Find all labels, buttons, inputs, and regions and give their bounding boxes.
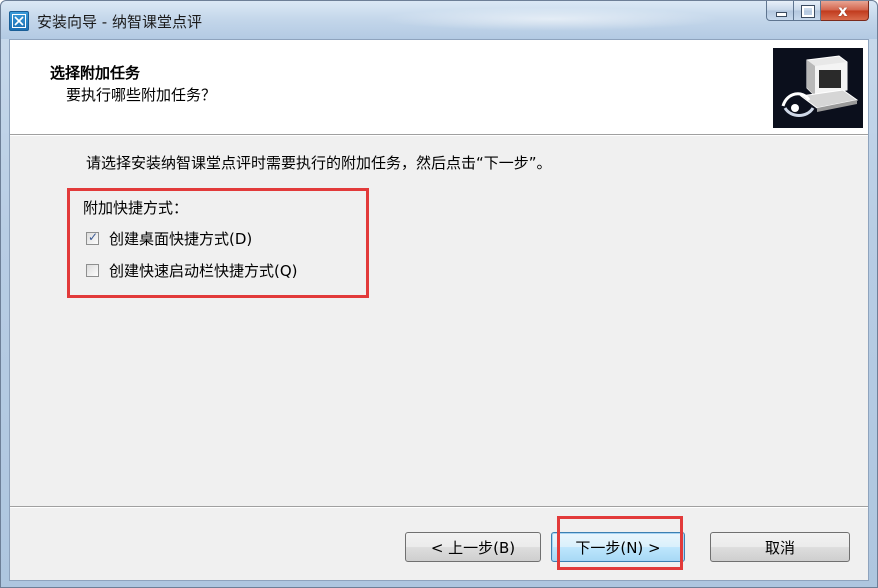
title-bar[interactable]: 安装向导 - 纳智课堂点评 x bbox=[1, 1, 877, 39]
caption-buttons: x bbox=[766, 1, 869, 23]
header-divider bbox=[10, 134, 868, 136]
minimize-icon bbox=[776, 12, 787, 17]
minimize-button[interactable] bbox=[766, 1, 794, 21]
window-title: 安装向导 - 纳智课堂点评 bbox=[37, 13, 202, 31]
close-icon: x bbox=[838, 2, 848, 20]
back-button[interactable]: < 上一步(B) bbox=[405, 532, 541, 562]
options-highlight-box bbox=[67, 188, 369, 298]
installer-window: 安装向导 - 纳智课堂点评 x 选择附加任务 要执行哪些附加任务？ 请选择安装纳… bbox=[0, 0, 878, 588]
app-icon bbox=[9, 11, 29, 31]
footer-divider bbox=[10, 506, 868, 508]
computer-install-icon bbox=[773, 48, 863, 128]
next-highlight-box bbox=[557, 516, 683, 570]
close-button[interactable]: x bbox=[821, 1, 869, 21]
wizard-client-area: 选择附加任务 要执行哪些附加任务？ 请选择安装纳智课堂点评时需要执行的附加任务，… bbox=[9, 39, 869, 581]
title-bar-glow bbox=[381, 7, 721, 31]
page-subtitle: 要执行哪些附加任务？ bbox=[66, 86, 217, 104]
maximize-icon bbox=[801, 5, 815, 18]
page-title: 选择附加任务 bbox=[50, 64, 141, 82]
cancel-button[interactable]: 取消 bbox=[710, 532, 850, 562]
instruction-text: 请选择安装纳智课堂点评时需要执行的附加任务，然后点击“下一步”。 bbox=[86, 154, 552, 172]
maximize-button[interactable] bbox=[794, 1, 821, 21]
wizard-header: 选择附加任务 要执行哪些附加任务？ bbox=[10, 40, 868, 134]
